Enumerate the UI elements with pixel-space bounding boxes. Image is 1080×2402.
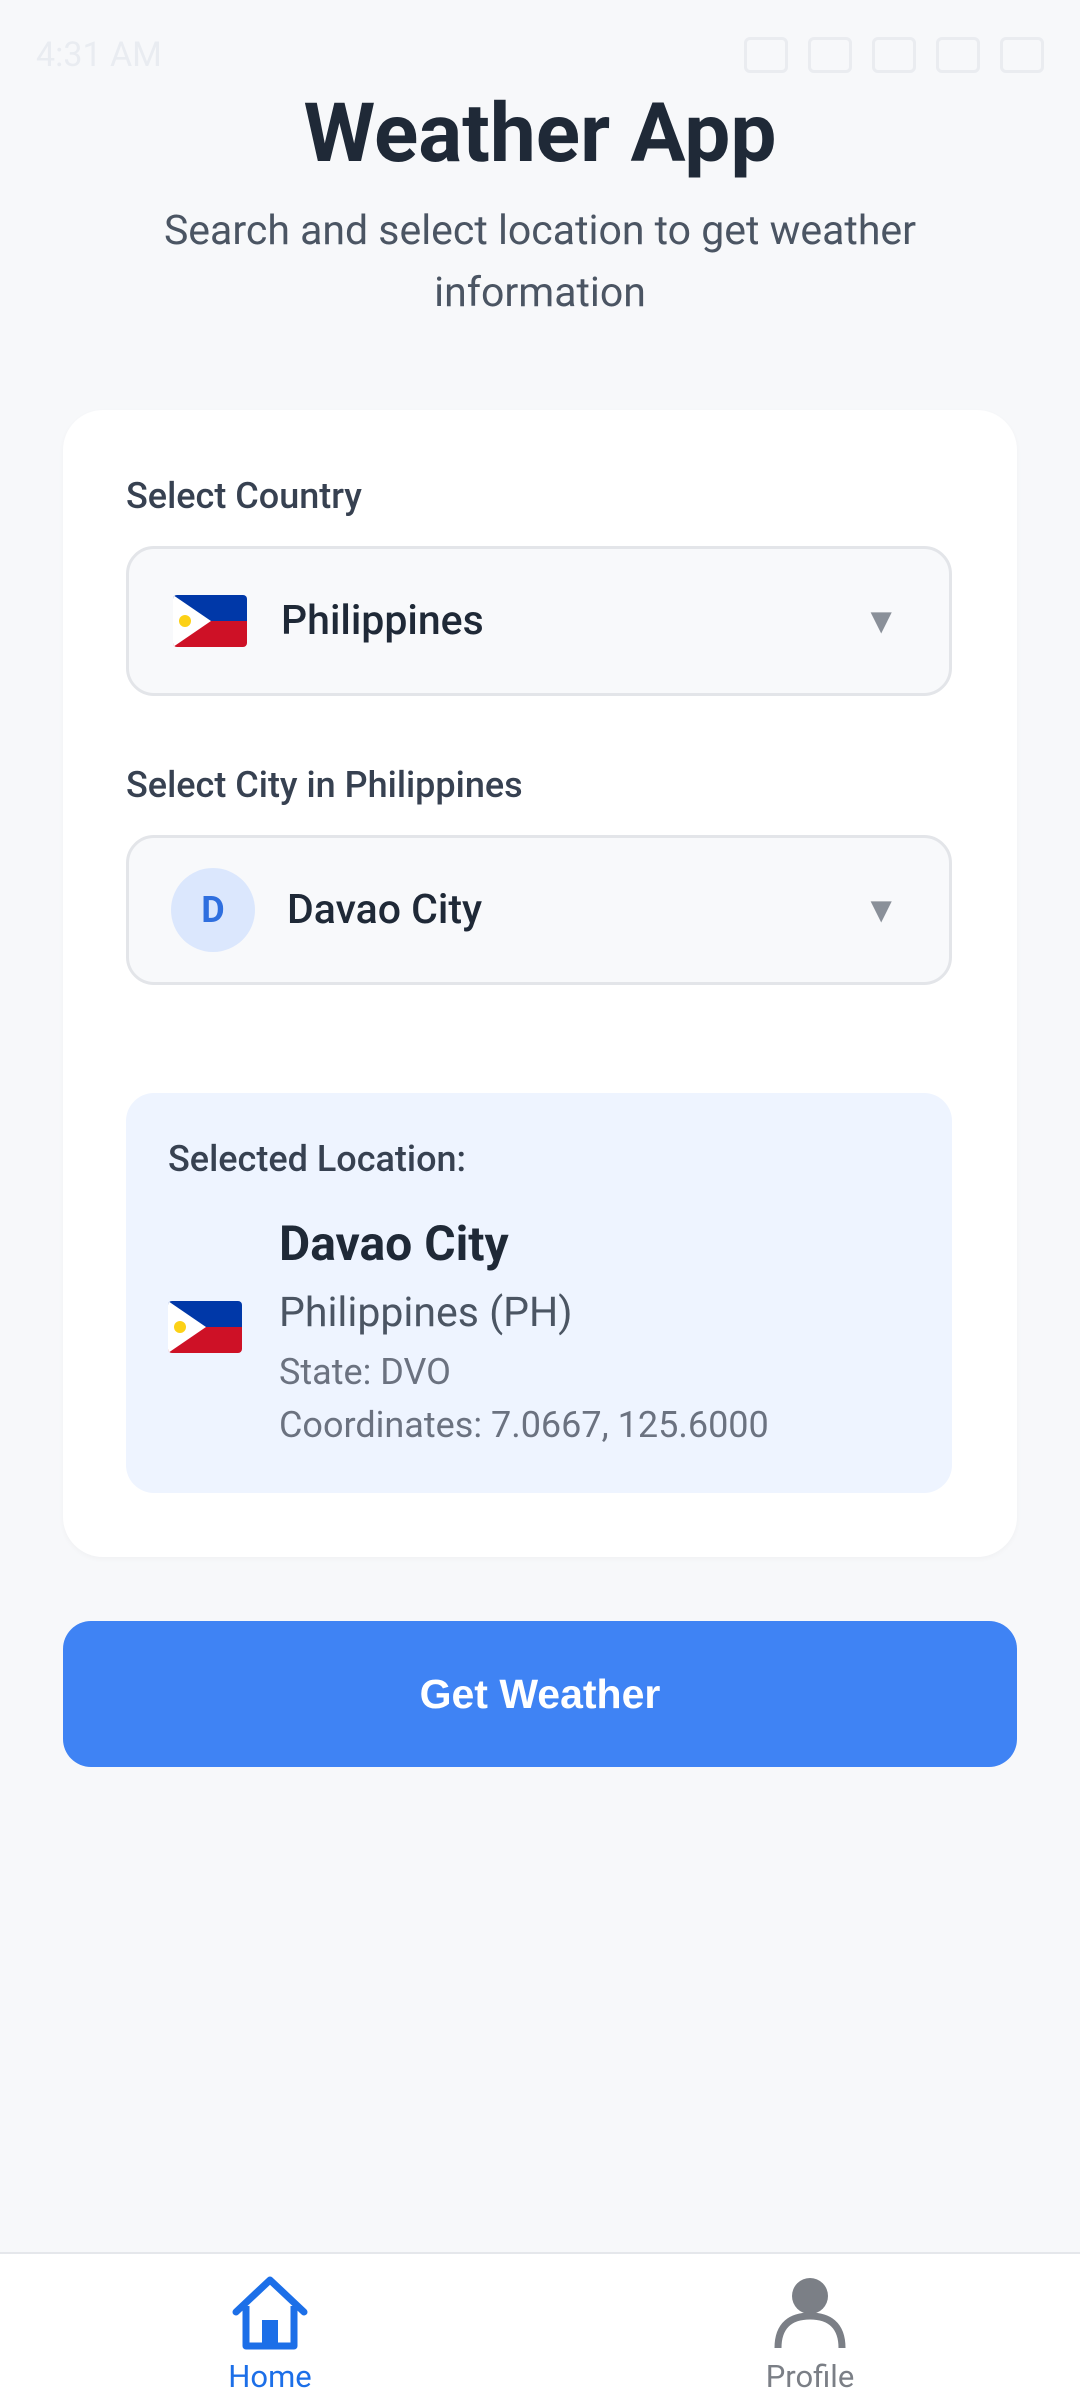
signal-icon	[936, 37, 980, 73]
nav-home[interactable]: Home	[170, 2274, 370, 2395]
home-icon	[170, 2274, 370, 2352]
city-select[interactable]: D Davao City ▼	[126, 835, 952, 985]
key-icon	[744, 37, 788, 73]
nav-profile-label: Profile	[765, 2358, 855, 2395]
country-select[interactable]: Philippines ▼	[126, 546, 952, 696]
battery-icon	[1000, 37, 1044, 73]
nav-home-label: Home	[228, 2358, 312, 2395]
selected-country: Philippines (PH)	[279, 1289, 573, 1337]
selected-location-panel: Selected Location: Davao City Philippine…	[126, 1093, 952, 1493]
bottom-nav: Home Profile	[0, 2252, 1080, 2402]
city-select-value: Davao City	[287, 886, 483, 934]
profile-icon	[710, 2274, 910, 2352]
alarm-icon	[808, 37, 852, 73]
city-initial-avatar: D	[171, 868, 255, 952]
chevron-down-icon[interactable]: ▼	[863, 600, 899, 642]
country-select-value: Philippines	[281, 597, 484, 645]
selected-city: Davao City	[279, 1215, 509, 1272]
philippines-flag-icon	[173, 595, 247, 647]
country-label: Select Country	[126, 475, 362, 517]
page-title: Weather App	[303, 86, 777, 182]
wifi-icon	[872, 37, 916, 73]
nav-profile[interactable]: Profile	[710, 2274, 910, 2395]
selected-state: State: DVO	[279, 1351, 451, 1393]
chevron-down-icon[interactable]: ▼	[863, 889, 899, 931]
philippines-flag-icon	[168, 1301, 242, 1353]
city-label: Select City in Philippines	[126, 764, 523, 806]
selected-coordinates: Coordinates: 7.0667, 125.6000	[279, 1404, 769, 1446]
status-icons	[744, 37, 1044, 73]
selected-location-label: Selected Location:	[168, 1138, 467, 1180]
get-weather-button[interactable]: Get Weather	[63, 1621, 1017, 1767]
status-time: 4:31 AM	[36, 35, 162, 75]
page-subtitle: Search and select location to get weathe…	[163, 207, 917, 317]
location-card: Select Country Philippines ▼ Select City…	[63, 410, 1017, 1557]
